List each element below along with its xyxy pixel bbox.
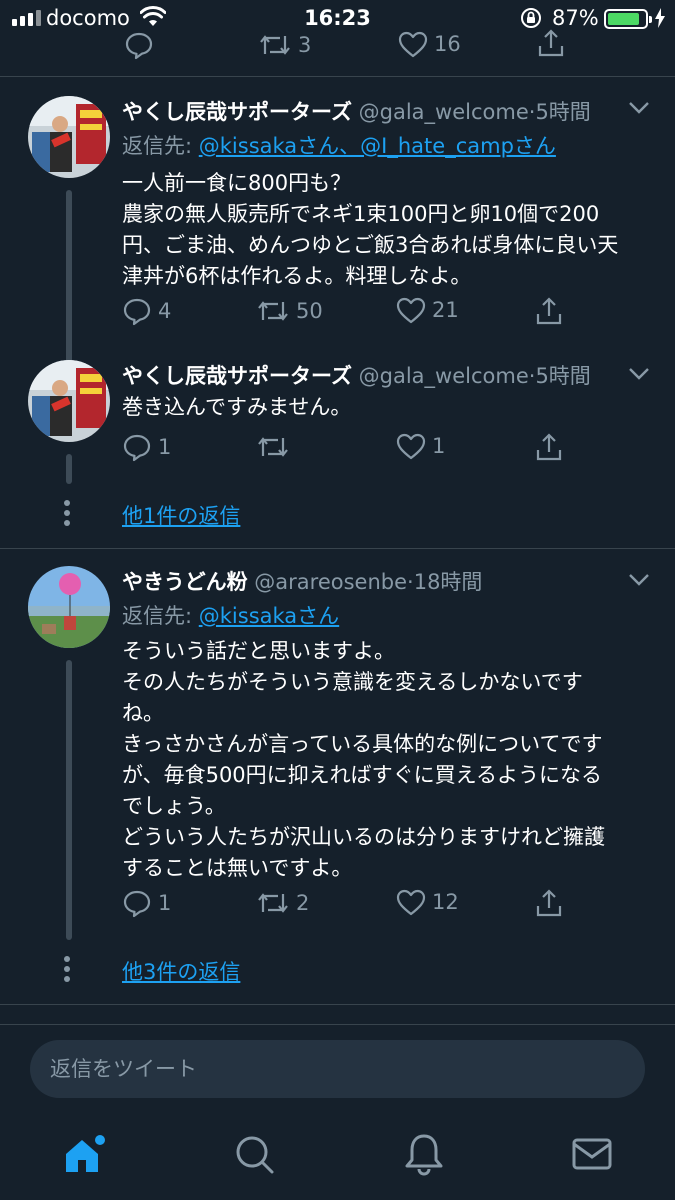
chevron-down-icon[interactable] [628, 366, 650, 385]
tab-bar [0, 1118, 675, 1200]
tweet-text: 一人前一食に800円も？ 農家の無人販売所でネギ1束100円と卵10個で200 … [122, 168, 642, 292]
replying-prefix: 返信先: [122, 604, 199, 628]
text-line: その人たちがそういう意識を変えるしかないです [122, 670, 583, 694]
reply-button[interactable] [124, 30, 154, 60]
tweet-actions: 1 2 12 [122, 888, 582, 922]
text-line: することは無いですよ。 [122, 856, 353, 880]
tweet-actions: 1 1 [122, 432, 582, 466]
display-name[interactable]: やきうどん粉 [122, 570, 248, 594]
retweet-count: 50 [296, 299, 323, 323]
reply-button[interactable]: 1 [122, 888, 171, 918]
reply-composer[interactable] [30, 1040, 645, 1098]
retweet-count: 2 [296, 891, 310, 915]
share-button[interactable] [536, 28, 566, 58]
thread-line [66, 454, 72, 484]
tweet-actions: 4 50 21 [122, 296, 582, 330]
text-line: 津丼が6杯は作れるよ。料理しなよ。 [122, 264, 472, 288]
retweet-count: 3 [298, 33, 312, 57]
handle[interactable]: @arareosenbe [254, 570, 407, 594]
like-button[interactable]: 21 [396, 296, 459, 324]
more-replies-link[interactable]: 他3件の返信 [122, 956, 240, 986]
text-line: でしょう。 [122, 794, 226, 818]
text-line: 農家の無人販売所でネギ1束100円と卵10個で200 [122, 202, 600, 226]
more-replies-row[interactable]: 他1件の返信 [0, 494, 675, 534]
text-line: 一人前一食に800円も？ [122, 171, 352, 195]
avatar[interactable] [28, 360, 110, 442]
text-line: どういう人たちが沢山いるのは分りますけれど擁護 [122, 825, 605, 849]
previous-tweet-actions: 3 16 [0, 26, 675, 66]
reply-count: 1 [158, 435, 172, 459]
divider [0, 548, 675, 549]
text-line: ね。 [122, 701, 164, 725]
more-replies-link[interactable]: 他1件の返信 [122, 500, 240, 530]
reply-count: 1 [158, 891, 172, 915]
like-count: 1 [432, 434, 446, 458]
handle[interactable]: @gala_welcome [359, 100, 529, 124]
reply-button[interactable]: 1 [122, 432, 171, 462]
home-icon[interactable] [62, 1132, 106, 1176]
tweet-text: 巻き込んですみません。 [122, 392, 642, 423]
more-dots-icon [64, 500, 70, 526]
replying-prefix: 返信先: [122, 134, 199, 158]
mention-link[interactable]: @kissakaさん、@I_hate_campさん [199, 134, 556, 158]
divider [0, 76, 675, 77]
like-button[interactable]: 16 [398, 30, 461, 58]
thread-line [66, 660, 72, 940]
text-line: 巻き込んですみません。 [122, 395, 352, 419]
like-button[interactable]: 1 [396, 432, 445, 460]
share-button[interactable] [534, 432, 564, 462]
timestamp: 5時間 [535, 100, 591, 124]
chevron-down-icon[interactable] [628, 100, 650, 119]
retweet-button[interactable]: 2 [256, 888, 309, 918]
display-name[interactable]: やくし辰哉サポーターズ [122, 364, 352, 388]
text-line: きっさかさんが言っている具体的な例についてです [122, 732, 603, 756]
tweet-text: そういう話だと思いますよ。 その人たちがそういう意識を変えるしかないです ね。 … [122, 636, 642, 884]
text-line: が、毎食500円に抑えればすぐに買えるようになる [122, 763, 603, 787]
reply-input[interactable] [50, 1054, 610, 1084]
chevron-down-icon[interactable] [628, 572, 650, 591]
avatar[interactable] [28, 566, 110, 648]
avatar[interactable] [28, 96, 110, 178]
tweet-header: やくし辰哉サポーターズ @gala_welcome·5時間 [122, 96, 591, 126]
reply-count: 4 [158, 299, 172, 323]
separator: · [407, 570, 414, 594]
timestamp: 18時間 [413, 570, 483, 594]
retweet-button[interactable]: 3 [258, 30, 311, 60]
tweet-header: やくし辰哉サポーターズ @gala_welcome·5時間 [122, 360, 591, 390]
search-icon[interactable] [232, 1132, 276, 1176]
composer-divider [0, 1024, 675, 1025]
text-line: 円、ごま油、めんつゆとご飯3合あれば身体に良い天 [122, 233, 619, 257]
more-replies-row[interactable]: 他3件の返信 [0, 950, 675, 990]
like-button[interactable]: 12 [396, 888, 459, 916]
like-count: 21 [432, 298, 459, 322]
retweet-button[interactable] [256, 432, 296, 462]
replying-to: 返信先: @kissakaさん、@I_hate_campさん [122, 130, 556, 160]
notifications-icon[interactable] [402, 1132, 446, 1176]
like-count: 12 [432, 890, 459, 914]
reply-button[interactable]: 4 [122, 296, 171, 326]
timestamp: 5時間 [535, 364, 591, 388]
more-dots-icon [64, 956, 70, 982]
retweet-button[interactable]: 50 [256, 296, 323, 326]
tweet-header: やきうどん粉 @arareosenbe·18時間 [122, 566, 482, 596]
share-button[interactable] [534, 296, 564, 326]
handle[interactable]: @gala_welcome [359, 364, 529, 388]
display-name[interactable]: やくし辰哉サポーターズ [122, 100, 352, 124]
divider [0, 1004, 675, 1005]
messages-icon[interactable] [570, 1132, 614, 1176]
replying-to: 返信先: @kissakaさん [122, 600, 339, 630]
text-line: そういう話だと思いますよ。 [122, 639, 395, 663]
mention-link[interactable]: @kissakaさん [199, 604, 339, 628]
share-button[interactable] [534, 888, 564, 918]
like-count: 16 [434, 32, 461, 56]
